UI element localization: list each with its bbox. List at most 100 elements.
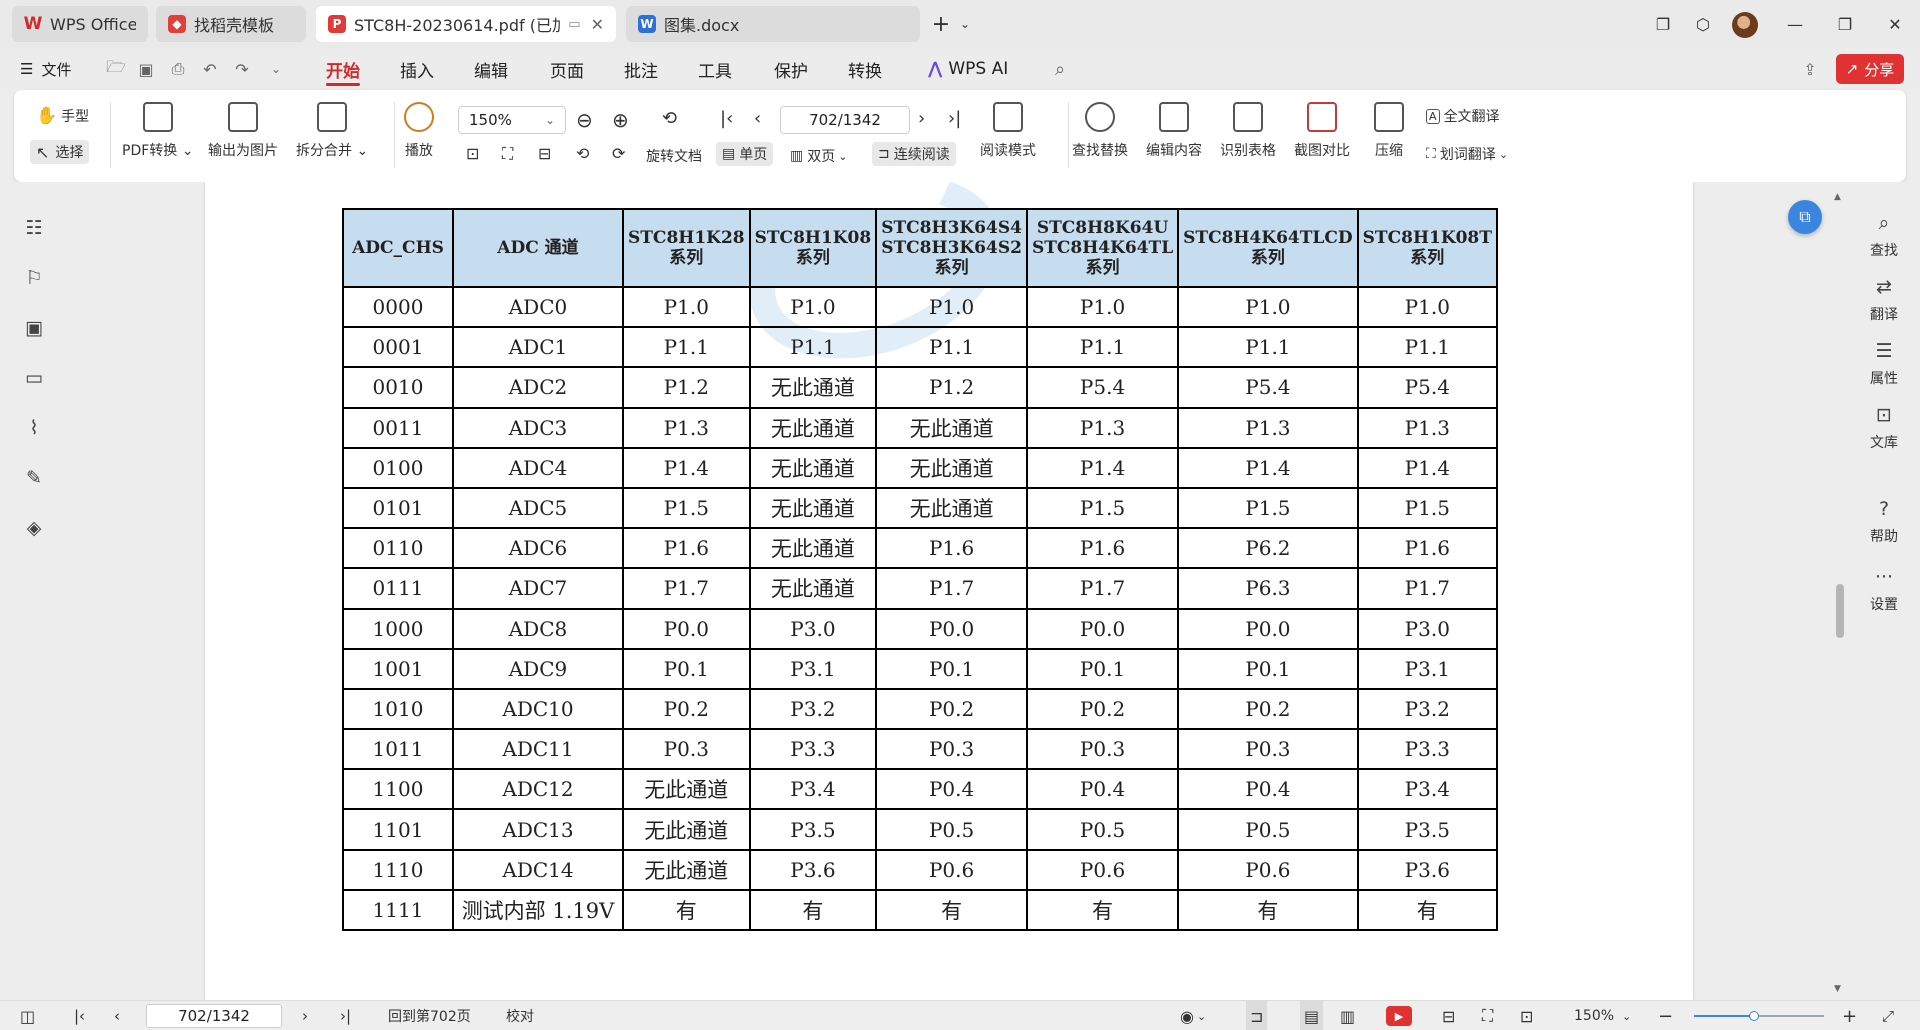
- single-page-view-icon[interactable]: ▤: [1300, 1001, 1324, 1030]
- sidebar-item-library[interactable]: ⊡ 文库: [1848, 404, 1920, 452]
- play-button[interactable]: 播放: [404, 102, 434, 160]
- menu-item-edit[interactable]: 编辑: [474, 48, 508, 90]
- menu-item-home[interactable]: 开始: [326, 48, 360, 90]
- fit-width-icon[interactable]: ⊟: [1442, 1001, 1455, 1030]
- single-page-button[interactable]: ▤ 单页: [716, 142, 774, 166]
- monitor-icon[interactable]: ▭: [568, 17, 580, 32]
- first-page-icon[interactable]: |‹: [720, 108, 733, 129]
- wps-ai-button[interactable]: ⋀ WPS AI: [928, 48, 1008, 90]
- tab-word-document[interactable]: W 图集.docx: [626, 6, 920, 42]
- layers-icon[interactable]: ◈: [22, 516, 46, 540]
- last-page-icon[interactable]: ›|: [340, 1001, 351, 1030]
- signature-icon[interactable]: ✎: [22, 466, 46, 490]
- last-page-icon[interactable]: ›|: [948, 108, 961, 129]
- share-button[interactable]: ↗ 分享: [1836, 54, 1904, 84]
- hand-tool-button[interactable]: ✋ 手型: [36, 106, 89, 126]
- menu-item-insert[interactable]: 插入: [400, 48, 434, 90]
- fit-page-icon[interactable]: ⛶: [502, 144, 513, 164]
- next-page-icon[interactable]: ›: [918, 108, 925, 129]
- file-menu[interactable]: ☰ 文件: [20, 48, 71, 90]
- split-merge-button[interactable]: 拆分合并 ⌄: [296, 102, 368, 160]
- sidebar-item-find[interactable]: ⌕ 查找: [1848, 212, 1920, 260]
- undo-icon[interactable]: ↶: [200, 59, 220, 79]
- attachment-icon[interactable]: ⌇: [22, 416, 46, 440]
- scrollbar-thumb[interactable]: [1836, 584, 1844, 638]
- zoom-out-icon[interactable]: ⊖: [576, 108, 593, 132]
- play-slideshow-button[interactable]: ▶: [1386, 1001, 1412, 1030]
- zoom-select[interactable]: 150% ⌄: [458, 106, 566, 134]
- sidebar-item-properties[interactable]: ☰ 属性: [1848, 340, 1920, 388]
- close-icon[interactable]: ✕: [591, 15, 604, 34]
- rotate-document-button[interactable]: 旋转文档: [646, 146, 702, 166]
- tab-wps-office[interactable]: W WPS Office: [12, 6, 148, 42]
- tab-docer-templates[interactable]: ◆ 找稻壳模板: [156, 6, 306, 42]
- sidebar-item-translate[interactable]: ⇄ 翻译: [1848, 276, 1920, 324]
- chevron-down-icon[interactable]: ⌄: [266, 59, 286, 79]
- previous-page-icon[interactable]: ‹: [754, 108, 761, 129]
- actual-size-icon[interactable]: ⊡: [1520, 1001, 1533, 1030]
- find-replace-button[interactable]: 查找替换: [1072, 102, 1128, 160]
- thumbnail-icon[interactable]: ▣: [22, 316, 46, 340]
- page-number-field[interactable]: 702/1342: [146, 1004, 282, 1028]
- edit-content-button[interactable]: 编辑内容: [1146, 102, 1202, 160]
- print-icon[interactable]: ⎙: [168, 59, 188, 79]
- rotate-right-icon[interactable]: ⟳: [612, 144, 625, 163]
- restore-windows-icon[interactable]: ❐: [1648, 10, 1678, 38]
- comment-icon[interactable]: ▭: [22, 366, 46, 390]
- window-close-icon[interactable]: ✕: [1880, 10, 1910, 38]
- continuous-view-icon[interactable]: ⊐: [1246, 1001, 1268, 1030]
- floating-assistant-button[interactable]: ⧉: [1788, 200, 1822, 234]
- sidebar-item-help[interactable]: ? 帮助: [1848, 498, 1920, 546]
- previous-page-icon[interactable]: ‹: [114, 1001, 120, 1030]
- fit-page-icon[interactable]: ⛶: [1482, 1001, 1493, 1030]
- document-viewport[interactable]: ADC_CHS ADC 通道 STC8H1K28 系列 STC8H1K08 系列 STC8H…: [70, 182, 1848, 1000]
- rotate-left-icon[interactable]: ⟲: [576, 144, 589, 163]
- menu-item-tools[interactable]: 工具: [698, 48, 732, 90]
- zoom-level-select[interactable]: 150% ⌄: [1574, 1001, 1631, 1030]
- scroll-up-icon[interactable]: ▲: [1834, 192, 1841, 202]
- continuous-reading-button[interactable]: ⊐ 连续阅读: [872, 142, 956, 166]
- chevron-down-icon[interactable]: ⌄: [950, 10, 980, 38]
- minimize-icon[interactable]: —: [1780, 10, 1810, 38]
- cube-icon[interactable]: ⬡: [1688, 10, 1718, 38]
- save-icon[interactable]: ▣: [136, 59, 156, 79]
- rotate-pages-icon[interactable]: ⟲: [662, 108, 677, 129]
- recognize-table-button[interactable]: 识别表格: [1220, 102, 1276, 160]
- proofread-button[interactable]: 校对: [506, 1001, 534, 1030]
- maximize-icon[interactable]: ❐: [1830, 10, 1860, 38]
- double-page-view-icon[interactable]: ▥: [1340, 1001, 1355, 1030]
- screenshot-compare-button[interactable]: 截图对比: [1294, 102, 1350, 160]
- fullscreen-icon[interactable]: ⤢: [1882, 1001, 1894, 1030]
- tab-pdf-document[interactable]: P STC8H-20230614.pdf (已加 ▭ ✕: [316, 6, 616, 42]
- page-number-input[interactable]: 702/1342: [780, 106, 910, 134]
- zoom-in-icon[interactable]: +: [1842, 1001, 1857, 1030]
- back-to-page-button[interactable]: 回到第702页: [388, 1001, 471, 1030]
- reading-mode-button[interactable]: 阅读模式: [980, 102, 1036, 160]
- menu-item-comment[interactable]: 批注: [624, 48, 658, 90]
- redo-icon[interactable]: ↷: [232, 59, 252, 79]
- double-page-button[interactable]: ▥ 双页 ⌄: [790, 146, 847, 166]
- menu-item-protect[interactable]: 保护: [774, 48, 808, 90]
- cloud-upload-icon[interactable]: ⇪: [1800, 59, 1820, 79]
- pdf-convert-button[interactable]: PDF转换 ⌄: [122, 102, 193, 160]
- export-image-button[interactable]: 输出为图片: [208, 102, 278, 160]
- menu-item-page[interactable]: 页面: [550, 48, 584, 90]
- first-page-icon[interactable]: |‹: [74, 1001, 85, 1030]
- full-translate-button[interactable]: A 全文翻译: [1426, 106, 1500, 126]
- open-folder-icon[interactable]: 🗁: [106, 57, 126, 79]
- zoom-slider-handle[interactable]: [1748, 1011, 1759, 1021]
- bookmark-icon[interactable]: ⚐: [22, 266, 46, 290]
- zoom-in-icon[interactable]: ⊕: [612, 108, 629, 132]
- actual-size-icon[interactable]: ⊡: [466, 144, 479, 163]
- compress-button[interactable]: 压缩: [1374, 102, 1404, 160]
- select-tool-button[interactable]: ↖ 选择: [30, 140, 90, 164]
- avatar[interactable]: [1732, 12, 1758, 38]
- zoom-out-icon[interactable]: −: [1658, 1001, 1673, 1030]
- fit-width-icon[interactable]: ⊟: [538, 144, 551, 163]
- sidebar-item-settings[interactable]: ··· 设置: [1848, 566, 1920, 614]
- scroll-down-icon[interactable]: ▼: [1834, 984, 1841, 994]
- word-translate-button[interactable]: ⛶ 划词翻译 ⌄: [1426, 144, 1508, 164]
- search-icon[interactable]: ⌕: [1050, 59, 1070, 80]
- outline-icon[interactable]: ☷: [22, 216, 46, 240]
- sidebar-toggle-icon[interactable]: ◫: [20, 1001, 35, 1030]
